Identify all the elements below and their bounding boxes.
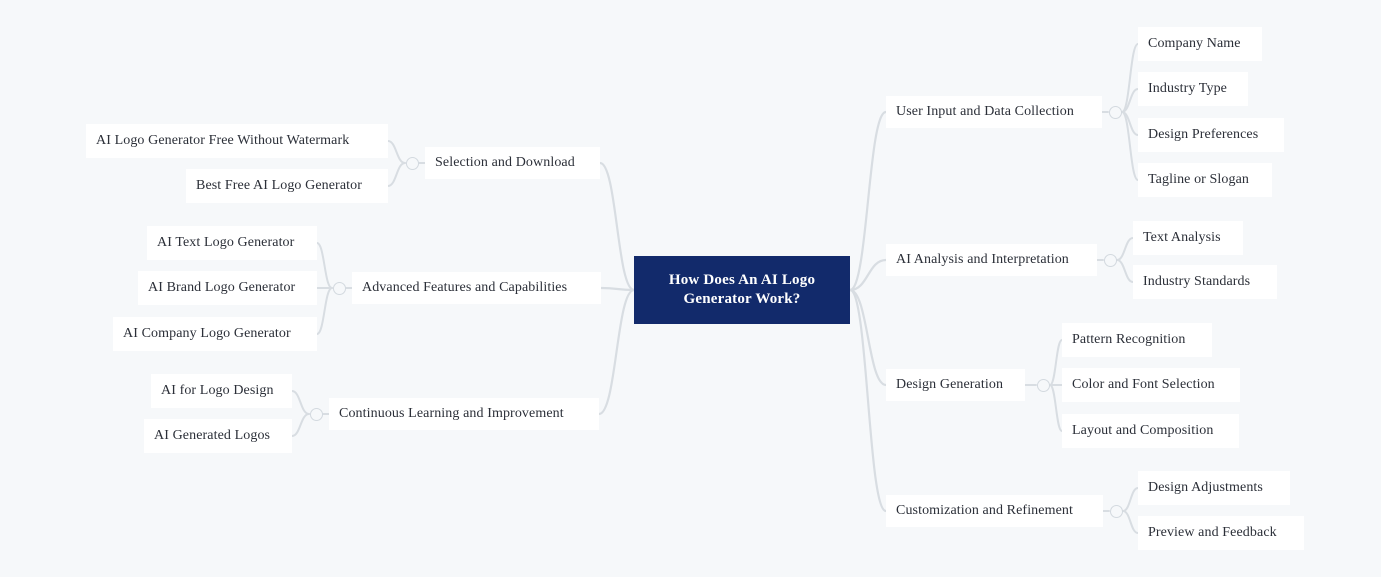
node-label: AI Company Logo Generator <box>123 326 291 341</box>
connector-link <box>598 161 636 292</box>
node-ai-brand-logo-generator[interactable]: AI Brand Logo Generator <box>138 271 317 305</box>
connector-link <box>1121 111 1139 136</box>
center-title-line-2: Generator Work? <box>683 291 801 307</box>
connector-link <box>1122 510 1139 534</box>
mindmap-canvas: How Does An AI Logo Generator Work? User I… <box>0 0 1381 577</box>
junction-node-ai-analysis-and-interpretation[interactable] <box>1103 253 1117 267</box>
node-label: Layout and Composition <box>1072 423 1214 438</box>
node-text-analysis[interactable]: Text Analysis <box>1133 221 1243 255</box>
connector-link <box>291 390 310 415</box>
connector-link <box>848 258 888 292</box>
node-best-free-ai-logo-generator[interactable]: Best Free AI Logo Generator <box>186 169 388 203</box>
node-ai-text-logo-generator[interactable]: AI Text Logo Generator <box>147 226 317 260</box>
node-industry-type[interactable]: Industry Type <box>1138 72 1248 106</box>
node-label: Design Adjustments <box>1148 480 1263 495</box>
node-label: AI Logo Generator Free Without Watermark <box>96 133 350 148</box>
connector-link <box>848 110 888 292</box>
node-label: Preview and Feedback <box>1148 525 1277 540</box>
node-design-generation[interactable]: Design Generation <box>886 369 1025 401</box>
node-industry-standards[interactable]: Industry Standards <box>1133 265 1277 299</box>
node-label: AI Analysis and Interpretation <box>896 252 1069 267</box>
node-label: Tagline or Slogan <box>1148 172 1250 187</box>
junction-node-selection-and-download[interactable] <box>405 156 419 170</box>
node-user-input-and-data-collection[interactable]: User Input and Data Collection <box>886 96 1102 128</box>
node-label: Industry Type <box>1148 81 1227 96</box>
node-layout-and-composition[interactable]: Layout and Composition <box>1062 414 1239 448</box>
node-design-preferences[interactable]: Design Preferences <box>1138 118 1284 152</box>
junction-node-design-generation[interactable] <box>1036 378 1050 392</box>
node-label: AI Text Logo Generator <box>157 235 295 250</box>
node-label: AI for Logo Design <box>161 383 274 398</box>
junction-node-customization-and-refinement[interactable] <box>1109 504 1123 518</box>
node-label: Company Name <box>1148 36 1241 51</box>
node-label: Best Free AI Logo Generator <box>196 178 362 193</box>
node-ai-for-logo-design[interactable]: AI for Logo Design <box>151 374 292 408</box>
node-center-topic[interactable]: How Does An AI Logo Generator Work? <box>634 256 850 324</box>
node-color-and-font-selection[interactable]: Color and Font Selection <box>1062 368 1240 402</box>
node-ai-analysis-and-interpretation[interactable]: AI Analysis and Interpretation <box>886 244 1097 276</box>
node-label: Selection and Download <box>435 155 575 170</box>
node-pattern-recognition[interactable]: Pattern Recognition <box>1062 323 1212 357</box>
connector-link <box>291 413 310 437</box>
connector-link <box>848 288 888 387</box>
node-customization-and-refinement[interactable]: Customization and Refinement <box>886 495 1103 527</box>
node-company-name[interactable]: Company Name <box>1138 27 1262 61</box>
connector-link <box>1049 384 1063 432</box>
connector-link <box>1121 111 1139 181</box>
node-ai-company-logo-generator[interactable]: AI Company Logo Generator <box>113 317 317 351</box>
junction-node-user-input-and-data-collection[interactable] <box>1108 105 1122 119</box>
node-label: AI Brand Logo Generator <box>148 280 296 295</box>
node-label: Industry Standards <box>1143 274 1251 289</box>
junction-node-continuous-learning-and-improvement[interactable] <box>309 407 323 421</box>
node-label: Color and Font Selection <box>1072 377 1215 392</box>
connector-link <box>316 287 333 335</box>
node-label: Pattern Recognition <box>1072 332 1186 347</box>
connector-link <box>1121 88 1139 113</box>
node-tagline-or-slogan[interactable]: Tagline or Slogan <box>1138 163 1272 197</box>
connector-link <box>1049 339 1063 386</box>
node-label: AI Generated Logos <box>154 428 271 443</box>
node-design-adjustments[interactable]: Design Adjustments <box>1138 471 1290 505</box>
node-label: Customization and Refinement <box>896 503 1073 518</box>
node-label: Text Analysis <box>1143 230 1221 245</box>
center-title-line-1: How Does An AI Logo <box>668 271 816 288</box>
node-ai-logo-generator-free-without-watermark[interactable]: AI Logo Generator Free Without Watermark <box>86 124 388 158</box>
node-advanced-features-and-capabilities[interactable]: Advanced Features and Capabilities <box>352 272 601 304</box>
connector-link <box>387 162 406 187</box>
connector-link <box>1122 487 1139 512</box>
node-label: Design Preferences <box>1148 127 1259 142</box>
connector-link <box>387 140 406 164</box>
connector-link <box>316 242 333 289</box>
connector-link <box>1121 43 1139 113</box>
node-label: Design Generation <box>896 377 1004 392</box>
connector-link <box>1116 259 1134 283</box>
connector-link <box>1116 237 1134 261</box>
node-continuous-learning-and-improvement[interactable]: Continuous Learning and Improvement <box>329 398 599 430</box>
connector-link <box>599 286 636 292</box>
node-preview-and-feedback[interactable]: Preview and Feedback <box>1138 516 1304 550</box>
connector-link <box>597 288 636 416</box>
node-label: Advanced Features and Capabilities <box>362 280 568 295</box>
connector-link <box>848 288 888 513</box>
junction-node-advanced-features-and-capabilities[interactable] <box>332 281 346 295</box>
node-label: Continuous Learning and Improvement <box>339 406 564 421</box>
node-ai-generated-logos[interactable]: AI Generated Logos <box>144 419 292 453</box>
node-label: User Input and Data Collection <box>896 104 1074 119</box>
node-selection-and-download[interactable]: Selection and Download <box>425 147 600 179</box>
